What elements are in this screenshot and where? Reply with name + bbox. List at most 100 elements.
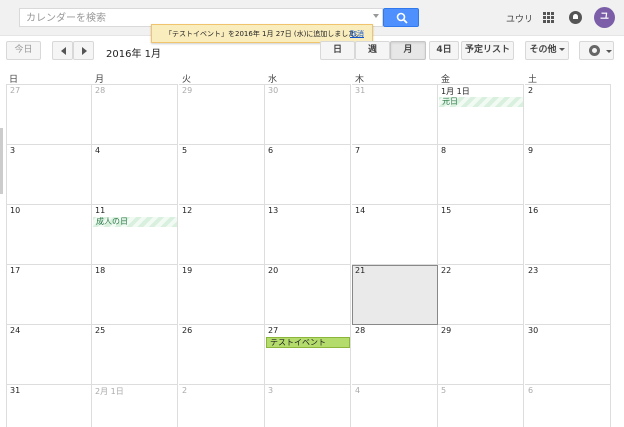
holiday-chip[interactable]: 成人の日 [93,217,177,227]
view-month-button[interactable]: 月 [390,41,426,60]
chevron-left-icon [61,47,66,55]
sidebar-edge [0,128,3,194]
day-cell[interactable]: 1月 1日 元日 [438,85,524,145]
day-number: 6 [528,386,534,395]
day-cell[interactable]: 2 [179,385,265,427]
search-input[interactable] [26,11,366,25]
today-button[interactable]: 今日 [6,41,41,60]
day-cell[interactable]: 22 [438,265,524,325]
weekday-sat: 土 [525,68,611,85]
day-cell[interactable]: 15 [438,205,524,265]
day-cell[interactable]: 16 [525,205,611,265]
day-cell[interactable]: 30 [525,325,611,385]
undo-link[interactable]: 取消 [350,29,364,39]
day-number: 31 [10,386,21,395]
day-cell[interactable]: 8 [438,145,524,205]
day-cell[interactable]: 12 [179,205,265,265]
day-cell[interactable]: 28 [92,85,178,145]
holiday-chip[interactable]: 元日 [439,97,523,107]
day-number: 11 [95,206,106,215]
day-cell[interactable]: 6 [265,145,351,205]
next-button[interactable] [73,41,94,60]
day-cell[interactable]: 11 成人の日 [92,205,178,265]
day-cell[interactable]: 2 [525,85,611,145]
weekday-wed: 水 [265,68,351,85]
day-cell[interactable]: 3 [6,145,92,205]
day-cell[interactable]: 30 [265,85,351,145]
day-number: 28 [95,86,106,95]
day-number: 20 [268,266,279,275]
day-cell[interactable]: 5 [179,145,265,205]
day-number: 6 [268,146,274,155]
day-number: 24 [10,326,21,335]
day-number: 31 [355,86,366,95]
view-agenda-button[interactable]: 予定リスト [461,41,514,60]
view-day-button[interactable]: 日 [320,41,355,60]
day-cell[interactable]: 17 [6,265,92,325]
day-number: 3 [268,386,274,395]
day-cell[interactable]: 28 [352,325,438,385]
day-cell[interactable]: 29 [438,325,524,385]
notifications-bell-icon[interactable] [569,11,582,24]
day-number: 4 [355,386,361,395]
day-cell[interactable]: 5 [438,385,524,427]
apps-grid-icon[interactable] [543,12,554,23]
user-name[interactable]: ユウリ [506,12,533,25]
day-number: 28 [355,326,366,335]
prev-button[interactable] [52,41,73,60]
weekday-tue: 火 [179,68,265,85]
day-number: 5 [441,386,447,395]
day-cell[interactable]: 20 [265,265,351,325]
view-week-button[interactable]: 週 [355,41,390,60]
day-number: 2 [182,386,188,395]
day-number: 25 [95,326,106,335]
day-cell[interactable]: 25 [92,325,178,385]
day-number: 16 [528,206,539,215]
day-number: 14 [355,206,366,215]
day-number: 2月 1日 [95,387,124,396]
day-cell[interactable]: 6 [525,385,611,427]
day-cell[interactable]: 10 [6,205,92,265]
day-cell[interactable]: 29 [179,85,265,145]
day-cell[interactable]: 27 テストイベント [265,325,351,385]
day-cell[interactable]: 14 [352,205,438,265]
day-cell[interactable]: 4 [92,145,178,205]
event-chip[interactable]: テストイベント [266,337,350,348]
day-number: 22 [441,266,452,275]
weekday-mon: 月 [92,68,178,85]
view-4days-button[interactable]: 4日 [429,41,459,60]
more-button[interactable]: その他 [525,41,569,60]
search-button[interactable] [383,8,419,27]
day-cell[interactable]: 31 [6,385,92,427]
day-cell[interactable]: 7 [352,145,438,205]
avatar[interactable]: ユ [594,7,615,28]
day-cell[interactable]: 4 [352,385,438,427]
weekday-fri: 金 [438,68,524,85]
day-cell[interactable]: 23 [525,265,611,325]
day-cell[interactable]: 18 [92,265,178,325]
day-cell[interactable]: 26 [179,325,265,385]
day-number: 21 [355,266,366,275]
search-icon [396,12,408,24]
day-cell[interactable]: 27 [6,85,92,145]
day-cell[interactable]: 2月 1日 [92,385,178,427]
day-cell[interactable]: 31 [352,85,438,145]
weekday-sun: 日 [6,68,92,85]
chevron-right-icon [82,47,87,55]
day-cell[interactable]: 24 [6,325,92,385]
day-number: 12 [182,206,193,215]
day-cell[interactable]: 9 [525,145,611,205]
day-number: 29 [441,326,452,335]
day-number: 8 [441,146,447,155]
day-number: 13 [268,206,279,215]
day-cell[interactable]: 13 [265,205,351,265]
settings-button[interactable] [579,41,614,60]
toast-message: 「テストイベント」を2016年 1月 27日 (水)に追加しました。 [165,30,363,38]
weekday-thu: 木 [352,68,438,85]
today-cell[interactable]: 21 [352,265,438,325]
gear-icon [589,45,600,56]
day-cell[interactable]: 19 [179,265,265,325]
day-cell[interactable]: 3 [265,385,351,427]
day-number: 5 [182,146,188,155]
search-options-caret-icon[interactable] [373,14,379,18]
